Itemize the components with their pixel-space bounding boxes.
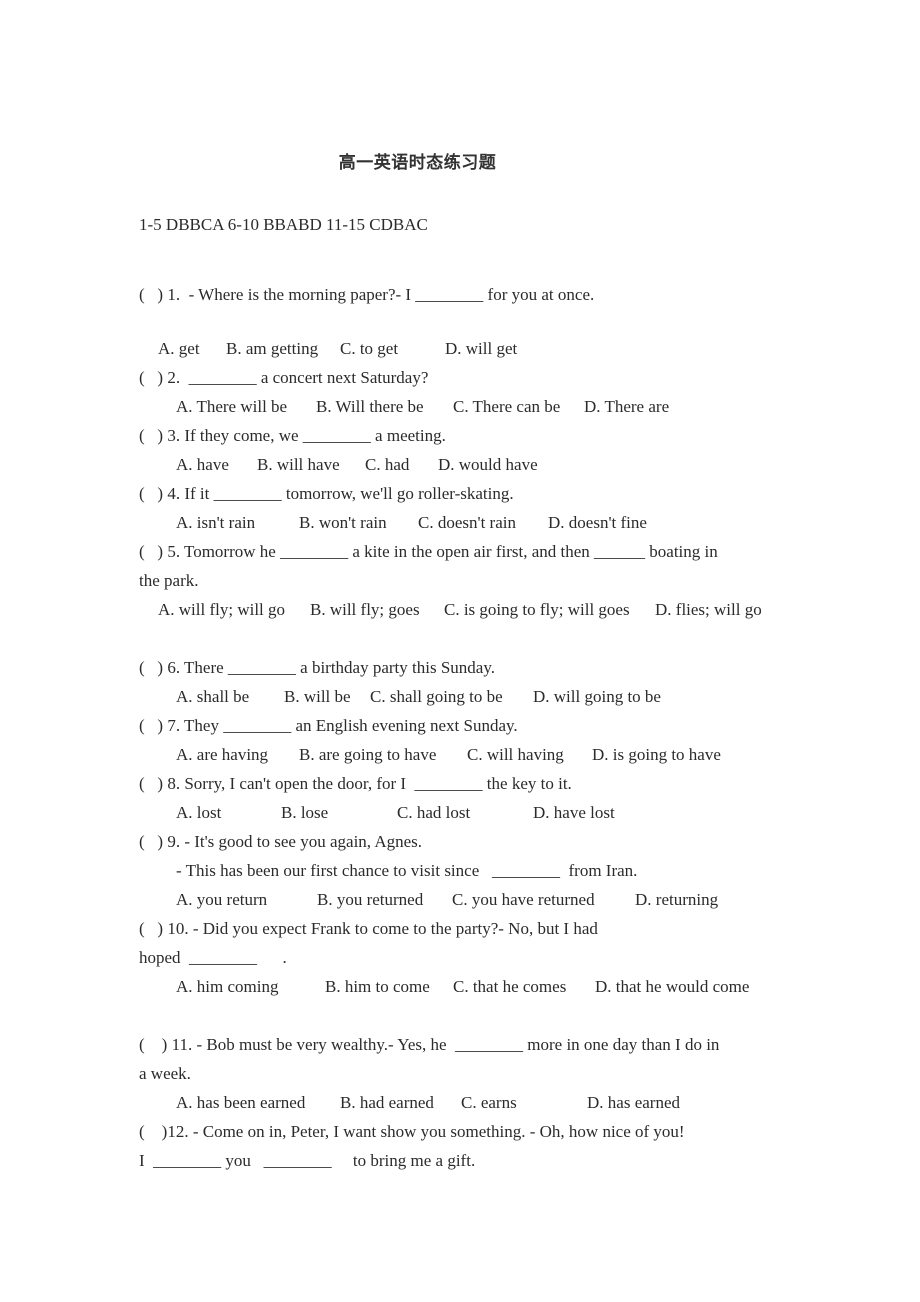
option-d: D. will going to be [533,687,661,706]
question-stem: ( ) 8. Sorry, I can't open the door, for… [139,774,572,793]
option-d: D. has earned [587,1093,680,1112]
option-b: B. lose [281,803,329,822]
option-a: A. have [176,455,229,474]
option-a: A. isn't rain [176,513,256,532]
option-c: C. you have returned [452,890,595,909]
question-stem-continued: the park. [139,571,199,590]
option-d: D. is going to have [592,745,721,764]
option-c: C. will having [467,745,564,764]
option-c: C. doesn't rain [418,513,516,532]
option-b: B. you returned [317,890,424,909]
option-b: B. are going to have [299,745,437,764]
question-stem-continued: hoped ________ . [139,948,287,967]
option-d: D. will get [445,339,518,358]
question-stem: ( ) 2. ________ a concert next Saturday? [139,368,429,387]
option-a: A. are having [176,745,269,764]
question-stem-continued: - This has been our first chance to visi… [176,861,638,880]
question-stem: ( ) 6. There ________ a birthday party t… [139,658,495,677]
option-b: B. will be [284,687,351,706]
question-stem-continued: a week. [139,1064,191,1083]
option-c: C. There can be [453,397,561,416]
option-c: C. had lost [397,803,471,822]
option-a: A. him coming [176,977,279,996]
question-stem: ( )12. - Come on in, Peter, I want show … [139,1122,685,1141]
option-b: B. am getting [226,339,319,358]
option-b: B. Will there be [316,397,424,416]
option-b: B. had earned [340,1093,434,1112]
question-stem: ( ) 1. - Where is the morning paper?- I … [139,285,595,304]
option-b: B. will have [257,455,340,474]
option-d: D. There are [584,397,670,416]
option-d: D. that he would come [595,977,750,996]
option-b: B. him to come [325,977,430,996]
option-a: A. get [158,339,200,358]
question-stem-continued: I ________ you ________ to bring me a gi… [139,1151,476,1170]
option-a: A. you return [176,890,268,909]
option-d: D. doesn't fine [548,513,647,532]
question-stem: ( ) 4. If it ________ tomorrow, we'll go… [139,484,514,503]
question-stem: ( ) 5. Tomorrow he ________ a kite in th… [139,542,718,561]
option-c: C. earns [461,1093,517,1112]
document-title: 高一英语时态练习题 [338,153,497,173]
question-stem: ( ) 3. If they come, we ________ a meeti… [139,426,446,445]
option-c: C. to get [340,339,399,358]
option-c: C. is going to fly; will goes [444,600,630,619]
option-d: D. would have [438,455,538,474]
option-b: B. won't rain [299,513,387,532]
question-stem: ( ) 7. They ________ an English evening … [139,716,518,735]
option-a: A. will fly; will go [158,600,286,619]
question-stem: ( ) 10. - Did you expect Frank to come t… [139,919,598,938]
option-a: A. shall be [176,687,250,706]
option-d: D. returning [635,890,719,909]
question-stem: ( ) 9. - It's good to see you again, Agn… [139,832,423,851]
option-a: A. has been earned [176,1093,306,1112]
question-stem: ( ) 11. - Bob must be very wealthy.- Yes… [139,1035,720,1054]
option-c: C. shall going to be [370,687,503,706]
option-b: B. will fly; goes [310,600,420,619]
document-page: 高一英语时态练习题 1-5 DBBCA 6-10 BBABD 11-15 CDB… [0,0,920,1302]
option-a: A. There will be [176,397,288,416]
option-d: D. flies; will go [655,600,762,619]
option-c: C. had [365,455,410,474]
option-d: D. have lost [533,803,615,822]
answer-key: 1-5 DBBCA 6-10 BBABD 11-15 CDBAC [139,215,428,234]
option-a: A. lost [176,803,222,822]
option-c: C. that he comes [453,977,567,996]
